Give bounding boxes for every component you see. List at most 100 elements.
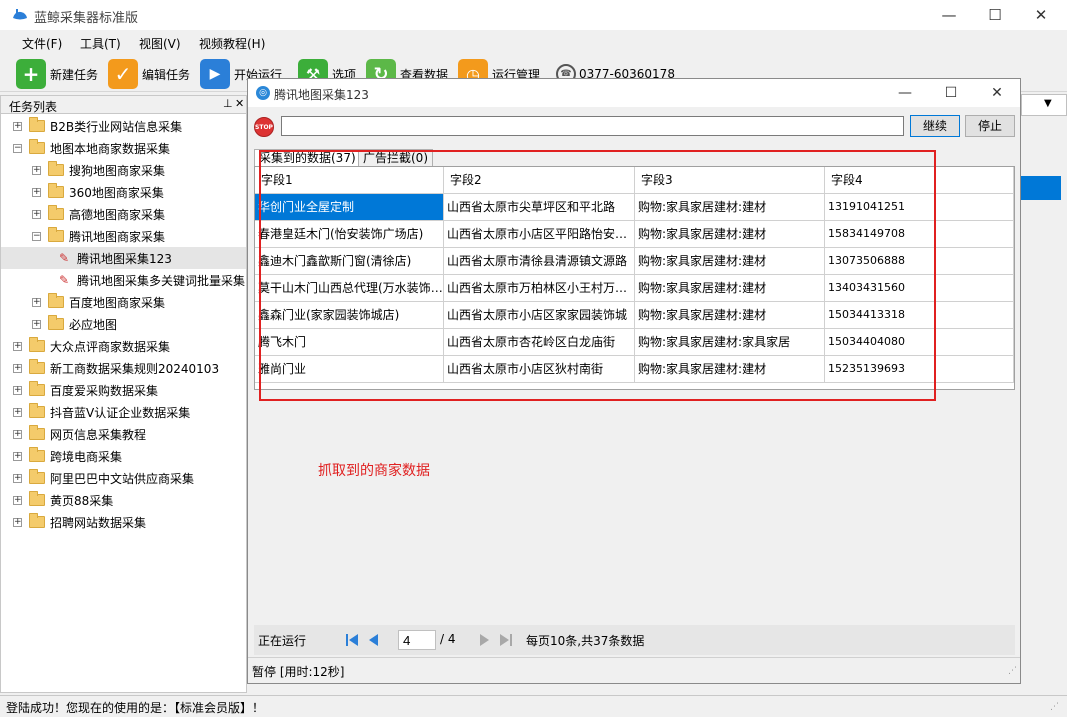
expand-icon[interactable]: +	[13, 121, 22, 131]
folder-icon	[48, 205, 64, 220]
dialog-status: 暂停 [用时:12秒]	[252, 665, 345, 679]
tree-folder-item[interactable]: + 必应地图	[32, 313, 117, 335]
tree-folder-item[interactable]: + 跨境电商采集	[13, 445, 122, 467]
tree-folder-item[interactable]: +360地图商家采集	[32, 181, 164, 203]
tree-item-label: 腾讯地图采集多关键词批量采集	[77, 273, 246, 288]
stop-button[interactable]: 停止	[965, 115, 1015, 137]
close-icon[interactable]: ✕	[1018, 0, 1064, 30]
folder-icon	[29, 425, 45, 440]
minimize-icon[interactable]: —	[926, 0, 972, 30]
panel-close-icon[interactable]: ✕	[235, 97, 244, 110]
task-list-panel: 任务列表 ⊥ ✕ + B2B类行业网站信息采集 − 地图本地商家数据采集 + 搜狗地图商家…	[0, 95, 247, 693]
expand-icon[interactable]: +	[32, 209, 41, 219]
tree-item-label: 搜狗地图商家采集	[69, 163, 166, 178]
maximize-icon[interactable]: ☐	[972, 0, 1018, 30]
page-info: 每页10条,共37条数据	[526, 634, 645, 648]
window-resize-grip-icon[interactable]: ⋰	[1050, 702, 1059, 712]
folder-icon	[48, 293, 64, 308]
dialog-status-bar: 暂停 [用时:12秒] ⋰	[248, 657, 1020, 683]
tree-folder-item[interactable]: − 腾讯地图商家采集	[32, 225, 165, 247]
folder-icon	[29, 403, 45, 418]
panel-header: 任务列表 ⊥ ✕	[1, 96, 246, 114]
expand-icon[interactable]: +	[13, 473, 22, 483]
dialog-minimize-icon[interactable]: —	[882, 79, 928, 107]
pagination-bar: 正在运行 / 4 每页10条,共37条数据	[254, 625, 1015, 655]
menu-tools[interactable]: 工具(T)	[80, 35, 121, 52]
tree-item-label: B2B类行业网站信息采集	[50, 119, 183, 134]
menu-view[interactable]: 视图(V)	[139, 35, 181, 52]
tree-item-label: 百度爱采购数据采集	[50, 383, 159, 398]
collapse-icon[interactable]: −	[32, 231, 41, 241]
tree-folder-item[interactable]: + 新工商数据采集规则20240103	[13, 357, 219, 379]
expand-icon[interactable]: +	[13, 451, 22, 461]
expand-icon[interactable]: +	[13, 385, 22, 395]
map-app-icon: ◎	[256, 86, 270, 100]
expand-icon[interactable]: +	[32, 319, 41, 329]
folder-icon	[29, 337, 45, 352]
expand-icon[interactable]: +	[32, 165, 41, 175]
task-icon: ✎	[58, 273, 70, 287]
tree-folder-item[interactable]: + B2B类行业网站信息采集	[13, 115, 182, 137]
tree-item-label: 网页信息采集教程	[50, 427, 147, 442]
expand-icon[interactable]: +	[32, 187, 41, 197]
folder-icon	[48, 183, 64, 198]
menu-bar: 文件(F) 工具(T) 视图(V) 视频教程(H)	[0, 30, 1067, 54]
folder-icon	[48, 227, 64, 242]
stop-sign-icon[interactable]: STOP	[254, 117, 274, 137]
dialog-maximize-icon[interactable]: ☐	[928, 79, 974, 107]
tree-folder-item[interactable]: + 搜狗地图商家采集	[32, 159, 165, 181]
tree-item-label: 360地图商家采集	[69, 185, 164, 200]
tree-folder-item[interactable]: + 大众点评商家数据采集	[13, 335, 170, 357]
dialog-title-bar: ◎ 腾讯地图采集123 — ☐ ✕	[248, 79, 1020, 107]
folder-icon	[48, 315, 64, 330]
expand-icon[interactable]: +	[13, 517, 22, 527]
edit-task-button[interactable]: ✓ 编辑任务	[108, 58, 190, 90]
panel-title: 任务列表	[9, 100, 58, 114]
expand-icon[interactable]: +	[32, 297, 41, 307]
tree-folder-item[interactable]: + 百度地图商家采集	[32, 291, 165, 313]
tree-item-label: 大众点评商家数据采集	[50, 339, 171, 354]
tree-task-item[interactable]: ✎ 腾讯地图采集多关键词批量采集	[57, 269, 245, 291]
tree-folder-item[interactable]: + 百度爱采购数据采集	[13, 379, 158, 401]
tree-folder-item[interactable]: + 招聘网站数据采集	[13, 511, 146, 533]
expand-icon[interactable]: +	[13, 495, 22, 505]
last-page-icon[interactable]	[500, 633, 512, 647]
collapse-icon[interactable]: −	[13, 143, 22, 153]
next-page-icon[interactable]	[478, 633, 490, 647]
tree-item-label: 新工商数据采集规则20240103	[50, 361, 220, 376]
tree-folder-item[interactable]: + 高德地图商家采集	[32, 203, 165, 225]
prev-page-icon[interactable]	[368, 633, 380, 647]
background-dropdown[interactable]: ▼	[1021, 94, 1067, 116]
folder-icon	[29, 469, 45, 484]
resize-grip-icon[interactable]: ⋰	[1008, 666, 1017, 676]
annotation-text: 抓取到的商家数据	[318, 463, 430, 479]
expand-icon[interactable]: +	[13, 341, 22, 351]
plus-icon: +	[16, 59, 46, 89]
continue-button[interactable]: 继续	[910, 115, 960, 137]
play-icon: ▶	[200, 59, 230, 89]
folder-icon	[29, 117, 45, 132]
annotation-highlight-box	[259, 150, 936, 401]
expand-icon[interactable]: +	[13, 429, 22, 439]
menu-file[interactable]: 文件(F)	[22, 35, 62, 52]
page-number-input[interactable]	[398, 630, 436, 650]
dialog-title: 腾讯地图采集123	[274, 88, 369, 102]
first-page-icon[interactable]	[346, 633, 358, 647]
tree-item-label: 必应地图	[69, 317, 118, 332]
new-task-button[interactable]: + 新建任务	[16, 58, 98, 90]
tree-folder-item[interactable]: + 网页信息采集教程	[13, 423, 146, 445]
pin-icon[interactable]: ⊥	[223, 97, 233, 110]
dialog-close-icon[interactable]: ✕	[974, 79, 1020, 107]
folder-icon	[29, 381, 45, 396]
tree-folder-item[interactable]: + 抖音蓝V认证企业数据采集	[13, 401, 190, 423]
tree-folder-item[interactable]: − 地图本地商家数据采集	[13, 137, 170, 159]
tree-folder-item[interactable]: + 阿里巴巴中文站供应商采集	[13, 467, 194, 489]
folder-icon	[29, 513, 45, 528]
expand-icon[interactable]: +	[13, 407, 22, 417]
url-input[interactable]	[281, 116, 904, 136]
page-total: / 4	[440, 632, 456, 646]
tree-task-item[interactable]: ✎ 腾讯地图采集123	[1, 247, 246, 269]
expand-icon[interactable]: +	[13, 363, 22, 373]
menu-video-tutorial[interactable]: 视频教程(H)	[199, 35, 265, 52]
tree-folder-item[interactable]: + 黄页88采集	[13, 489, 113, 511]
